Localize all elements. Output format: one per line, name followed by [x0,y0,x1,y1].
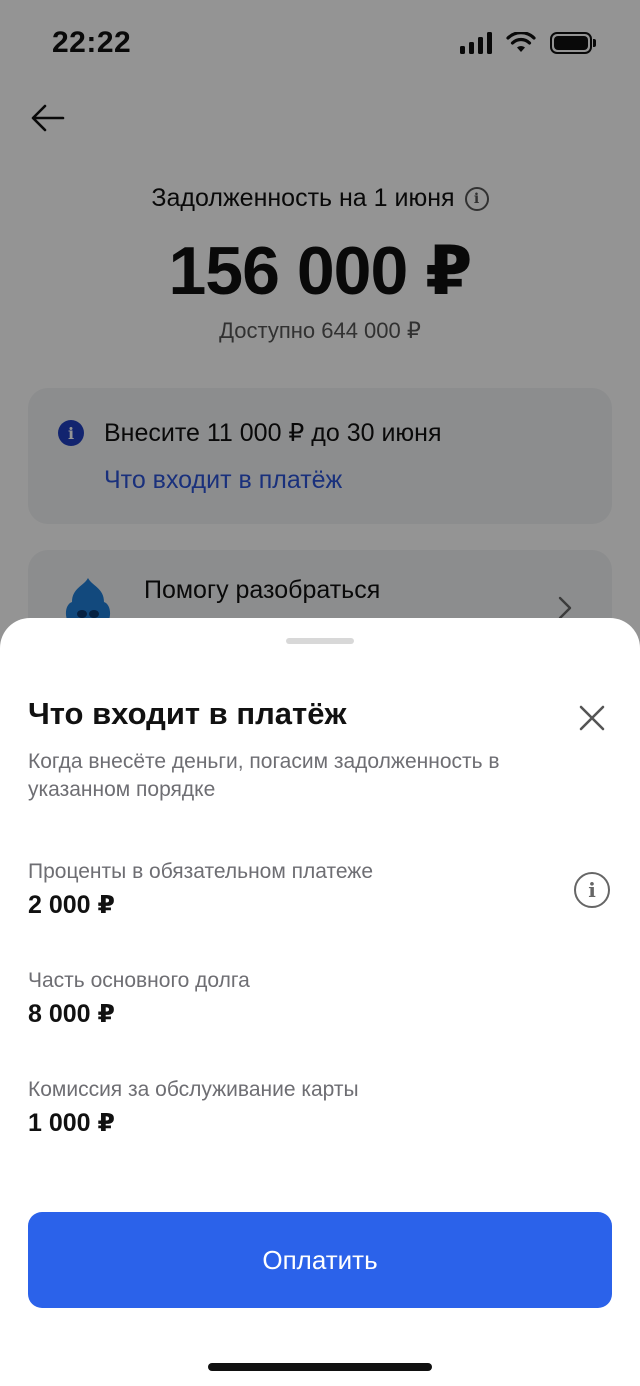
breakdown-item-interest: Проценты в обязательном платеже 2 000 ₽ [28,858,612,920]
home-indicator[interactable] [208,1363,432,1371]
item-label: Часть основного долга [28,969,250,992]
breakdown-item-principal: Часть основного долга 8 000 ₽ [28,967,612,1029]
sheet-subtitle: Когда внесёте деньги, погасим задолженно… [28,750,500,801]
item-value: 8 000 ₽ [28,1000,115,1028]
breakdown-item-fee: Комиссия за обслуживание карты 1 000 ₽ [28,1076,612,1138]
payment-breakdown-sheet: Что входит в платёж Когда внесёте деньги… [0,618,640,1386]
pay-button[interactable]: Оплатить [28,1212,612,1308]
item-label: Проценты в обязательном платеже [28,860,374,883]
close-icon [579,705,605,731]
close-button[interactable] [572,698,612,738]
sheet-drag-handle[interactable] [286,638,354,644]
item-value: 2 000 ₽ [28,891,115,919]
sheet-title: Что входит в платёж [28,696,347,731]
item-label: Комиссия за обслуживание карты [28,1078,359,1101]
item-value: 1 000 ₽ [28,1109,115,1137]
info-icon[interactable]: i [574,872,610,908]
